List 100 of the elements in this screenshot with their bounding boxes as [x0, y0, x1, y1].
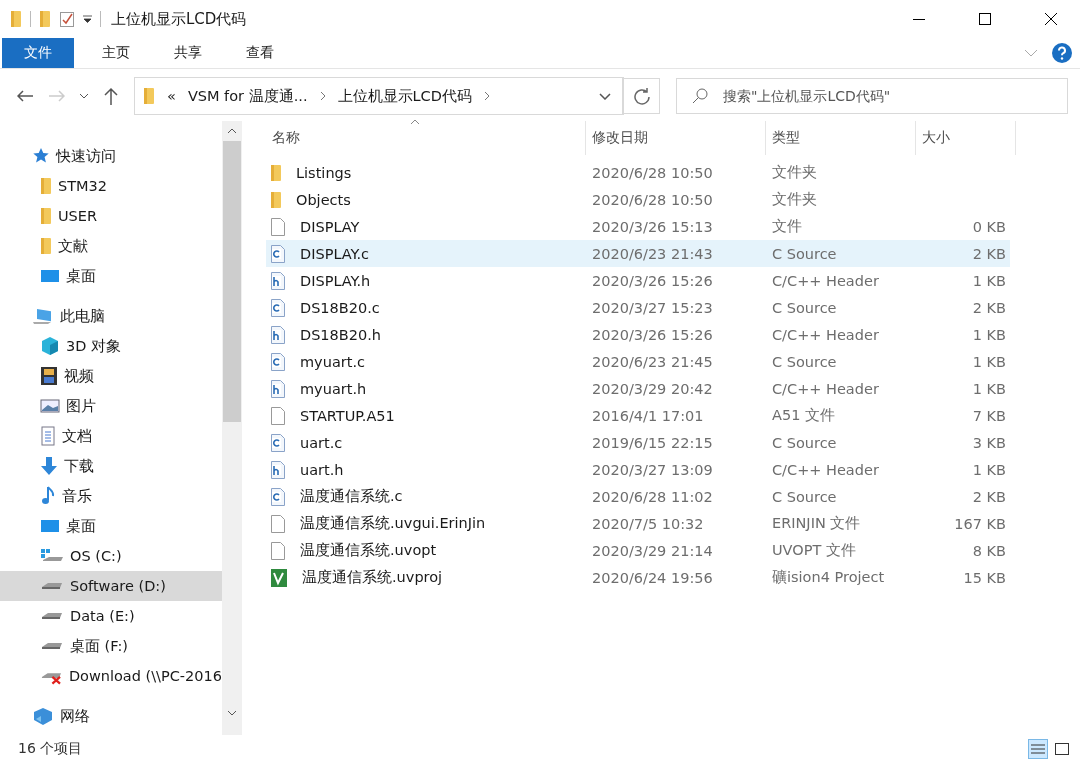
network-icon: [32, 706, 54, 726]
file-row[interactable]: DISPLAY.c 2020/6/23 21:43 C Source 2 KB: [266, 240, 1010, 267]
chevron-down-icon: [598, 92, 611, 100]
search-field[interactable]: 搜索"上位机显示LCD代码": [676, 78, 1068, 114]
file-name: 温度通信系统.uvgui.ErinJin: [299, 514, 486, 533]
nav-item[interactable]: 文档: [0, 421, 222, 451]
nav-item[interactable]: 快速访问: [0, 141, 222, 171]
nav-item[interactable]: USER: [0, 201, 222, 231]
breadcrumb[interactable]: 上位机显示LCD代码: [337, 86, 472, 106]
up-arrow-icon: [104, 87, 118, 105]
nav-item[interactable]: 桌面 (F:): [0, 631, 222, 661]
column-header[interactable]: 类型: [766, 121, 916, 155]
nav-item[interactable]: STM32: [0, 171, 222, 201]
file-row[interactable]: uart.c 2019/6/15 22:15 C Source 3 KB: [266, 429, 1010, 456]
file-type: C Source: [771, 434, 838, 451]
close-icon: [1044, 12, 1058, 26]
ribbon-tab[interactable]: 文件: [2, 38, 74, 68]
file-type: A51 文件: [771, 406, 836, 425]
file-row[interactable]: Objects 2020/6/28 10:50 文件夹: [266, 186, 1010, 213]
nav-item[interactable]: Data (E:): [0, 601, 222, 631]
nav-item[interactable]: Software (D:): [0, 571, 222, 601]
source-file-icon: [270, 324, 286, 345]
file-row[interactable]: DISPLAY.h 2020/3/26 15:26 C/C++ Header 1 KB: [266, 267, 1010, 294]
nav-item[interactable]: Download (\\PC-2016: [0, 661, 222, 691]
star-icon: [32, 147, 50, 165]
file-type: C/C++ Header: [771, 272, 880, 289]
chevron-down-icon: [79, 93, 89, 99]
file-type: ERINJIN 文件: [771, 514, 862, 533]
source-file-icon: [270, 351, 286, 372]
download-arrow-icon: [40, 456, 58, 476]
address-bar[interactable]: « VSM for 温度通... 上位机显示LCD代码: [134, 77, 624, 115]
file-size: 1 KB: [971, 461, 1006, 478]
nav-item[interactable]: 音乐: [0, 481, 222, 511]
file-size: 1 KB: [971, 326, 1006, 343]
file-row[interactable]: 温度通信系统.uvgui.ErinJin 2020/7/5 10:32 ERINJIN 文件 167 KB: [266, 510, 1010, 537]
search-icon: [692, 88, 708, 104]
file-row[interactable]: 温度通信系统.uvproj 2020/6/24 19:56 礦ision4 Project 15 KB: [266, 564, 1010, 591]
column-header[interactable]: 名称: [266, 121, 586, 155]
nav-item[interactable]: OS (C:): [0, 541, 222, 571]
file-name: DISPLAY.h: [299, 272, 371, 289]
file-size: 15 KB: [962, 569, 1006, 586]
nav-item[interactable]: 网络: [0, 701, 222, 731]
file-size: 2 KB: [971, 299, 1006, 316]
refresh-button[interactable]: [624, 78, 660, 114]
file-name: DISPLAY.c: [299, 245, 370, 262]
minimize-icon: [913, 18, 925, 20]
file-row[interactable]: DS18B20.c 2020/3/27 15:23 C Source 2 KB: [266, 294, 1010, 321]
column-header[interactable]: 大小: [916, 121, 1016, 155]
modified-date: 2020/6/28 10:50: [591, 164, 714, 181]
nav-item[interactable]: 桌面: [0, 511, 222, 541]
dropdown-caret-icon[interactable]: [83, 15, 92, 23]
file-type: C/C++ Header: [771, 461, 880, 478]
file-row[interactable]: uart.h 2020/3/27 13:09 C/C++ Header 1 KB: [266, 456, 1010, 483]
file-row[interactable]: Listings 2020/6/28 10:50 文件夹: [266, 159, 1010, 186]
folder-icon: [40, 207, 52, 225]
nav-item[interactable]: 下载: [0, 451, 222, 481]
help-icon[interactable]: [1052, 43, 1072, 63]
chevron-right-icon[interactable]: [483, 91, 490, 101]
ribbon-tab[interactable]: 查看: [224, 38, 296, 68]
modified-date: 2020/6/23 21:43: [591, 245, 714, 262]
drive-icon: [41, 582, 63, 590]
scrollbar[interactable]: [222, 121, 242, 735]
file-row[interactable]: myuart.h 2020/3/29 20:42 C/C++ Header 1 KB: [266, 375, 1010, 402]
nav-item[interactable]: 3D 对象: [0, 331, 222, 361]
folder-icon: [39, 10, 51, 28]
folder-icon: [10, 10, 22, 28]
file-name: myuart.c: [299, 353, 365, 370]
nav-item[interactable]: 桌面: [0, 261, 222, 291]
scroll-down-icon[interactable]: [227, 710, 237, 716]
nav-item[interactable]: 视频: [0, 361, 222, 391]
scroll-up-icon[interactable]: [227, 128, 237, 134]
file-type: 文件夹: [771, 163, 818, 182]
source-file-icon: [270, 486, 286, 507]
large-tile-icon: [1055, 743, 1069, 755]
document-icon: [40, 426, 56, 446]
file-name: DISPLAY: [299, 218, 360, 235]
file-row[interactable]: DISPLAY 2020/3/26 15:13 文件 0 KB: [266, 213, 1010, 240]
breadcrumb[interactable]: VSM for 温度通...: [187, 86, 308, 106]
file-size: 3 KB: [971, 434, 1006, 451]
file-size: 1 KB: [971, 353, 1006, 370]
ribbon-tab[interactable]: 主页: [80, 38, 152, 68]
source-file-icon: [270, 270, 286, 291]
file-row[interactable]: STARTUP.A51 2016/4/1 17:01 A51 文件 7 KB: [266, 402, 1010, 429]
file-size: 0 KB: [971, 218, 1006, 235]
nav-item[interactable]: 图片: [0, 391, 222, 421]
properties-checkbox-icon[interactable]: [59, 10, 75, 28]
file-row[interactable]: DS18B20.h 2020/3/26 15:26 C/C++ Header 1 KB: [266, 321, 1010, 348]
file-type: C Source: [771, 353, 838, 370]
file-row[interactable]: 温度通信系统.c 2020/6/28 11:02 C Source 2 KB: [266, 483, 1010, 510]
column-header[interactable]: 修改日期: [586, 121, 766, 155]
modified-date: 2020/3/26 15:26: [591, 326, 714, 343]
overflow-crumb[interactable]: «: [167, 88, 176, 104]
file-row[interactable]: 温度通信系统.uvopt 2020/3/29 21:14 UVOPT 文件 8 KB: [266, 537, 1010, 564]
nav-item[interactable]: 文献: [0, 231, 222, 261]
nav-item[interactable]: 此电脑: [0, 301, 222, 331]
file-row[interactable]: myuart.c 2020/6/23 21:45 C Source 1 KB: [266, 348, 1010, 375]
ribbon-tab[interactable]: 共享: [152, 38, 224, 68]
chevron-right-icon[interactable]: [319, 91, 326, 101]
chevron-down-icon[interactable]: [1024, 49, 1038, 57]
file-size: 2 KB: [971, 245, 1006, 262]
